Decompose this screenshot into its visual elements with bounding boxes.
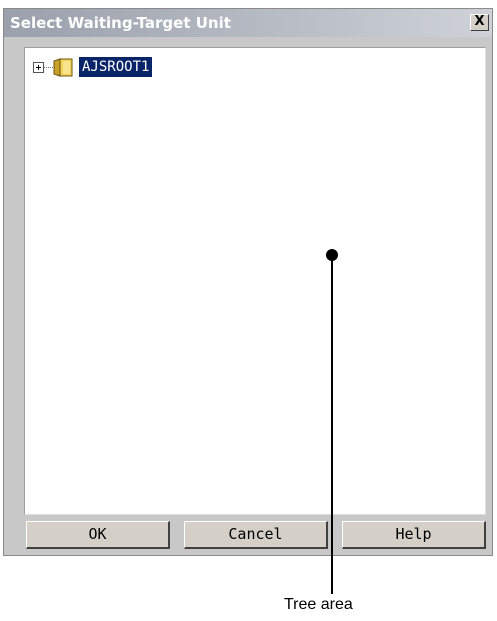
cancel-button[interactable]: Cancel [184,521,328,549]
expand-plus-icon[interactable] [33,62,44,73]
title-bar: Select Waiting-Target Unit X [4,9,492,37]
tree-node-label[interactable]: AJSROOT1 [79,57,153,77]
close-icon: X [474,14,485,29]
ok-button[interactable]: OK [26,521,170,549]
close-button[interactable]: X [470,14,489,31]
select-waiting-target-unit-dialog: Select Waiting-Target Unit X AJSROOT1 OK… [3,8,493,556]
callout-line [331,258,333,594]
callout-label-tree-area: Tree area [284,596,353,613]
dialog-title: Select Waiting-Target Unit [10,14,231,32]
tree-view[interactable]: AJSROOT1 [24,47,486,515]
help-button[interactable]: Help [342,521,486,549]
folder-icon [52,57,76,77]
